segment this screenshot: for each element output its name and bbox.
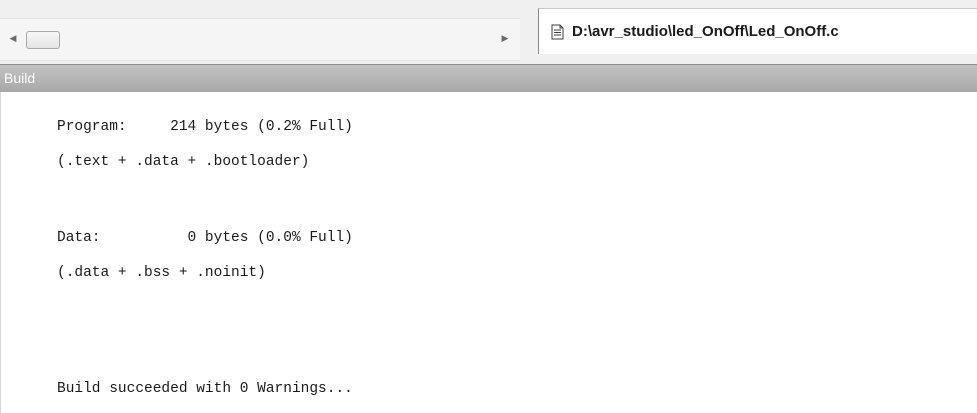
scroll-left-arrow-icon[interactable]: ◀ xyxy=(4,29,22,49)
ide-window: ◀ ▶ D:\avr_studio\led_OnOff\Led_OnOff.c … xyxy=(0,0,977,413)
output-line-program: Program: 214 bytes (0.2% Full) xyxy=(57,119,353,135)
output-line-build-status: Build succeeded with 0 Warnings... xyxy=(57,381,353,397)
horizontal-scrollbar[interactable]: ◀ ▶ xyxy=(0,18,520,61)
document-icon xyxy=(551,24,564,40)
output-line-data: Data: 0 bytes (0.0% Full) xyxy=(57,230,353,246)
file-tab[interactable]: D:\avr_studio\led_OnOff\Led_OnOff.c xyxy=(538,8,977,54)
build-panel-title: Build xyxy=(4,70,36,86)
output-line-data-sections: (.data + .bss + .noinit) xyxy=(57,265,266,281)
build-panel-header: Build xyxy=(0,64,977,92)
scroll-right-arrow-icon[interactable]: ▶ xyxy=(496,29,514,49)
output-line-program-sections: (.text + .data + .bootloader) xyxy=(57,154,310,170)
file-tab-label: D:\avr_studio\led_OnOff\Led_OnOff.c xyxy=(572,23,839,40)
editor-tab-strip: ◀ ▶ D:\avr_studio\led_OnOff\Led_OnOff.c xyxy=(0,0,977,64)
build-output-area[interactable]: Program: 214 bytes (0.2% Full) (.text + … xyxy=(0,92,977,413)
scrollbar-thumb[interactable] xyxy=(26,31,60,49)
